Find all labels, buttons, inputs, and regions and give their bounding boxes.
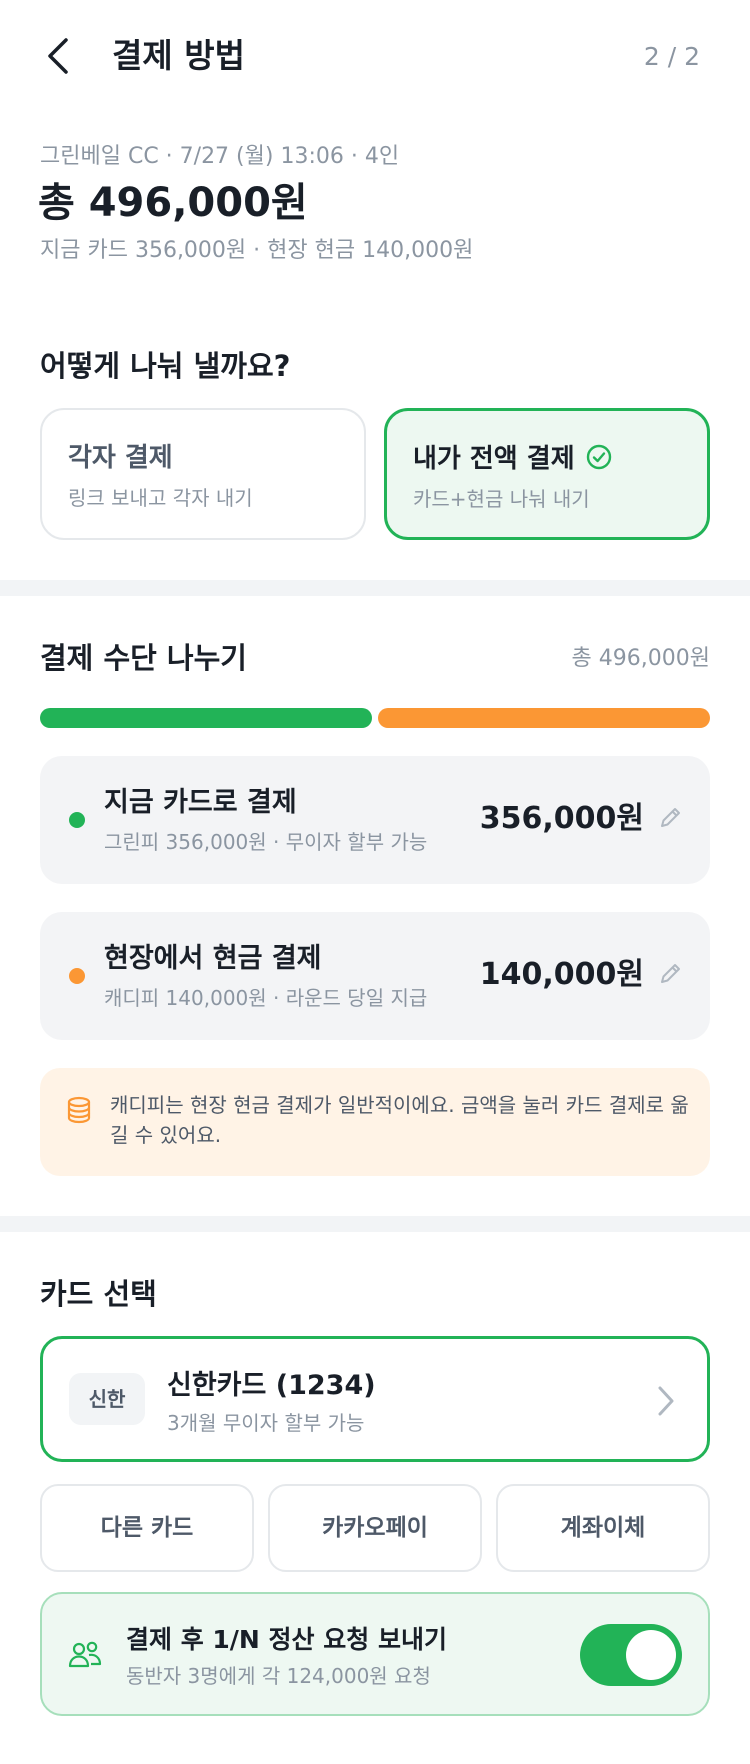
card-installment-info: 3개월 무이자 할부 가능 bbox=[167, 1411, 365, 1435]
section-divider bbox=[0, 580, 750, 596]
payment-split-summary: 지금 카드 356,000원 · 현장 현금 140,000원 bbox=[40, 238, 474, 263]
pencil-icon[interactable] bbox=[656, 804, 684, 832]
section-divider bbox=[0, 1216, 750, 1232]
option-title: 내가 전액 결제 bbox=[413, 441, 613, 477]
total-amount: 총 496,000원 bbox=[38, 180, 308, 226]
step-indicator: 2 / 2 bbox=[643, 42, 700, 71]
check-circle-icon bbox=[586, 444, 611, 470]
toggle-knob bbox=[626, 1630, 676, 1680]
cash-amount[interactable]: 140,000원 bbox=[480, 954, 644, 996]
selected-card[interactable]: 신한 신한카드 (1234) 3개월 무이자 할부 가능 bbox=[40, 1336, 710, 1462]
method-split-title: 결제 수단 나누기 bbox=[40, 641, 247, 675]
cash-share-bar bbox=[378, 708, 710, 728]
option-title-text: 내가 전액 결제 bbox=[413, 444, 575, 474]
settle-toggle[interactable] bbox=[580, 1624, 682, 1686]
coin-stack-icon bbox=[67, 1096, 91, 1124]
option-subtitle: 카드+현금 나눠 내기 bbox=[413, 487, 590, 511]
kakaopay-button[interactable]: 카카오페이 bbox=[268, 1484, 482, 1572]
method-split-total: 총 496,000원 bbox=[571, 646, 710, 671]
payment-title: 현장에서 현금 결제 bbox=[104, 943, 322, 974]
card-name: 신한카드 (1234) bbox=[167, 1370, 376, 1401]
notice-text: 캐디피는 현장 현금 결제가 일반적이에요. 금액을 눌러 카드 결제로 옮길 … bbox=[110, 1093, 689, 1147]
option-each-pay[interactable]: 각자 결제 링크 보내고 각자 내기 bbox=[40, 408, 366, 540]
pencil-icon[interactable] bbox=[656, 960, 684, 988]
caddie-fee-notice: 캐디피는 현장 현금 결제가 일반적이에요. 금액을 눌러 카드 결제로 옮길 … bbox=[40, 1068, 710, 1176]
card-select-title: 카드 선택 bbox=[40, 1277, 157, 1311]
cash-payment-row: 현장에서 현금 결제 캐디피 140,000원 · 라운드 당일 지급 140,… bbox=[40, 912, 710, 1040]
settle-request-row: 결제 후 1/N 정산 요청 보내기 동반자 3명에게 각 124,000원 요… bbox=[40, 1592, 710, 1716]
other-card-button[interactable]: 다른 카드 bbox=[40, 1484, 254, 1572]
settle-title: 결제 후 1/N 정산 요청 보내기 bbox=[126, 1625, 447, 1654]
page-title: 결제 방법 bbox=[112, 36, 245, 75]
split-question-title: 어떻게 나눠 낼까요? bbox=[40, 349, 291, 383]
bank-transfer-button[interactable]: 계좌이체 bbox=[496, 1484, 710, 1572]
card-amount[interactable]: 356,000원 bbox=[480, 798, 644, 840]
bank-badge: 신한 bbox=[69, 1373, 145, 1425]
payment-title: 지금 카드로 결제 bbox=[104, 787, 297, 818]
option-subtitle: 링크 보내고 각자 내기 bbox=[68, 486, 253, 510]
card-dot bbox=[69, 812, 85, 828]
option-title: 각자 결제 bbox=[68, 443, 173, 473]
chevron-left-icon bbox=[48, 38, 68, 74]
payment-subtitle: 그린피 356,000원 · 무이자 할부 가능 bbox=[104, 830, 428, 854]
option-pay-all[interactable]: 내가 전액 결제 카드+현금 나눠 내기 bbox=[384, 408, 710, 540]
back-button[interactable] bbox=[40, 34, 80, 78]
chevron-right-icon bbox=[658, 1386, 674, 1416]
settle-subtitle: 동반자 3명에게 각 124,000원 요청 bbox=[126, 1664, 431, 1688]
people-icon bbox=[68, 1641, 102, 1668]
header: 결제 방법 2 / 2 bbox=[0, 0, 750, 112]
payment-subtitle: 캐디피 140,000원 · 라운드 당일 지급 bbox=[104, 986, 428, 1010]
card-share-bar bbox=[40, 708, 372, 728]
booking-meta: 그린베일 CC · 7/27 (월) 13:06 · 4인 bbox=[40, 144, 400, 169]
card-payment-row: 지금 카드로 결제 그린피 356,000원 · 무이자 할부 가능 356,0… bbox=[40, 756, 710, 884]
cash-dot bbox=[69, 968, 85, 984]
